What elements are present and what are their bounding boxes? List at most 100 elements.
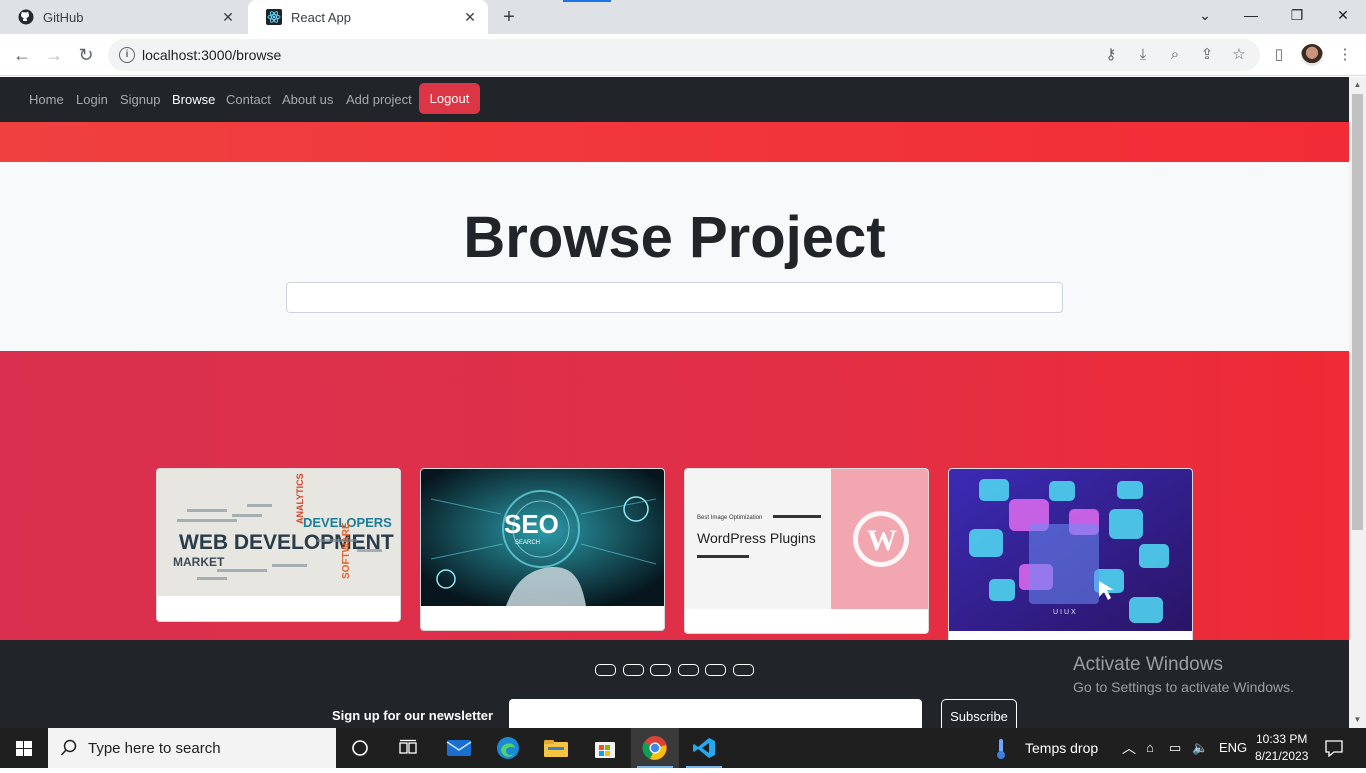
card-word: Best Image Optimization (697, 515, 762, 521)
card-word: SEO (504, 509, 559, 539)
scroll-down-icon[interactable]: ▼ (1349, 712, 1366, 728)
card-word: WordPress Plugins (697, 530, 816, 546)
page-content: Home Login Signup Browse Contact About u… (0, 77, 1349, 728)
tab-search-chevron-icon[interactable]: ⌄ (1182, 0, 1228, 30)
tab-react-app[interactable]: React App ✕ (248, 0, 488, 34)
tray-chevron-icon[interactable]: ︿ (1122, 738, 1136, 758)
footer: Sign up for our newsletter Subscribe Act… (0, 640, 1349, 728)
notifications-icon[interactable] (1325, 739, 1343, 757)
card-word: UIUX (1053, 609, 1078, 616)
web-development-image: WEB DEVELOPMENT DEVELOPERS MARKET SOFTWA… (157, 469, 400, 596)
nav-browse[interactable]: Browse (172, 92, 215, 107)
address-bar[interactable]: i localhost:3000/browse (108, 39, 1260, 71)
tab-loading-indicator (563, 0, 611, 2)
restore-button[interactable]: ❐ (1274, 0, 1320, 30)
newsletter-email-input[interactable] (509, 699, 922, 728)
bookmark-star-icon[interactable]: ☆ (1228, 44, 1250, 66)
logout-button[interactable]: Logout (419, 83, 480, 114)
taskbar-search-box[interactable]: Type here to search (48, 728, 336, 768)
card-word: SOFTWARE (341, 522, 352, 579)
share-icon[interactable]: ⇪ (1196, 44, 1218, 66)
github-icon (18, 9, 34, 25)
install-app-icon[interactable]: ⤓ (1132, 44, 1154, 66)
svg-text:W: W (867, 524, 897, 557)
reload-icon[interactable]: ↻ (74, 43, 98, 67)
card-word: ANALYTICS (295, 473, 305, 524)
social-button[interactable] (678, 664, 699, 676)
card-word: SEARCH (515, 540, 540, 546)
new-tab-button[interactable]: + (498, 6, 520, 28)
social-button[interactable] (595, 664, 616, 676)
close-tab-icon[interactable]: ✕ (220, 9, 236, 25)
wordpress-plugins-image: Best Image Optimization WordPress Plugin… (685, 469, 928, 609)
clock-time[interactable]: 10:33 PM (1256, 732, 1307, 746)
social-button[interactable] (623, 664, 644, 676)
nav-signup[interactable]: Signup (120, 92, 160, 107)
cortana-icon[interactable] (336, 728, 384, 768)
scrollbar-thumb[interactable] (1352, 94, 1363, 530)
uiux-image: UIUX (949, 469, 1192, 631)
thermometer-icon (997, 739, 1005, 759)
project-card[interactable]: SEO SEARCH (420, 468, 665, 631)
nav-add-project[interactable]: Add project (346, 92, 412, 107)
file-explorer-icon[interactable] (532, 728, 580, 768)
store-icon[interactable] (581, 728, 629, 768)
browser-toolbar: ← → ↻ i localhost:3000/browse ⚷ ⤓ ⌕ ⇪ ☆ … (0, 34, 1366, 76)
activate-windows-title: Activate Windows (1073, 654, 1223, 675)
newsletter-label: Sign up for our newsletter (332, 708, 494, 723)
volume-icon[interactable]: 🔈 (1192, 740, 1208, 756)
edge-icon[interactable] (484, 728, 532, 768)
social-button[interactable] (650, 664, 671, 676)
vscode-icon[interactable] (680, 728, 728, 768)
close-window-button[interactable]: ✕ (1320, 0, 1366, 30)
site-info-icon[interactable]: i (119, 47, 135, 63)
scroll-up-icon[interactable]: ▲ (1349, 77, 1366, 93)
activate-windows-subtitle: Go to Settings to activate Windows. (1073, 679, 1294, 695)
battery-icon[interactable]: ▭ (1169, 740, 1181, 756)
nav-login[interactable]: Login (76, 92, 108, 107)
weather-text[interactable]: Temps drop (1025, 740, 1098, 756)
tab-title: React App (291, 9, 351, 25)
social-button[interactable] (705, 664, 726, 676)
zoom-icon[interactable]: ⌕ (1164, 44, 1186, 66)
clock-date[interactable]: 8/21/2023 (1255, 749, 1308, 763)
task-view-icon[interactable] (384, 728, 432, 768)
subscribe-button[interactable]: Subscribe (941, 699, 1017, 728)
windows-start-icon[interactable] (0, 728, 48, 768)
seo-image: SEO SEARCH (421, 469, 664, 606)
nav-about-us[interactable]: About us (282, 92, 333, 107)
close-tab-icon[interactable]: ✕ (462, 9, 478, 25)
nav-contact[interactable]: Contact (226, 92, 271, 107)
tab-title: GitHub (43, 9, 84, 25)
project-card[interactable]: Best Image Optimization WordPress Plugin… (684, 468, 929, 634)
tab-github[interactable]: GitHub ✕ (0, 0, 246, 34)
taskbar-search-placeholder: Type here to search (88, 740, 221, 757)
browser-tab-strip: GitHub ✕ React App ✕ + ⌄ — ❐ ✕ (0, 0, 1366, 34)
nav-home[interactable]: Home (29, 92, 64, 107)
hero-section: Browse Project (0, 162, 1349, 351)
chrome-icon[interactable] (631, 728, 679, 768)
search-icon (60, 739, 77, 756)
profile-avatar[interactable] (1301, 44, 1323, 66)
page-scrollbar[interactable]: ▲ ▼ (1349, 77, 1366, 728)
menu-kebab-icon[interactable]: ⋮ (1334, 44, 1356, 66)
project-card[interactable]: WEB DEVELOPMENT DEVELOPERS MARKET SOFTWA… (156, 468, 401, 622)
project-card[interactable]: UIUX (948, 468, 1193, 656)
windows-taskbar: Type here to search Temps drop ︿ ⌂ ▭ 🔈 E… (0, 728, 1366, 768)
forward-arrow-icon[interactable]: → (42, 43, 66, 67)
social-button[interactable] (733, 664, 754, 676)
side-panel-icon[interactable]: ▯ (1268, 44, 1290, 66)
search-input[interactable] (286, 282, 1063, 313)
language-indicator[interactable]: ENG (1219, 740, 1247, 755)
back-arrow-icon[interactable]: ← (10, 43, 34, 67)
project-cards-section: WEB DEVELOPMENT DEVELOPERS MARKET SOFTWA… (0, 351, 1349, 656)
minimize-button[interactable]: — (1228, 0, 1274, 30)
meet-now-icon[interactable]: ⌂ (1146, 740, 1154, 755)
url-text: localhost:3000/browse (142, 47, 282, 63)
mail-icon[interactable] (435, 728, 483, 768)
card-word: MARKET (173, 555, 225, 569)
react-icon (266, 9, 282, 25)
key-icon[interactable]: ⚷ (1100, 44, 1122, 66)
hero-top-band (0, 122, 1349, 162)
page-title: Browse Project (463, 205, 886, 270)
